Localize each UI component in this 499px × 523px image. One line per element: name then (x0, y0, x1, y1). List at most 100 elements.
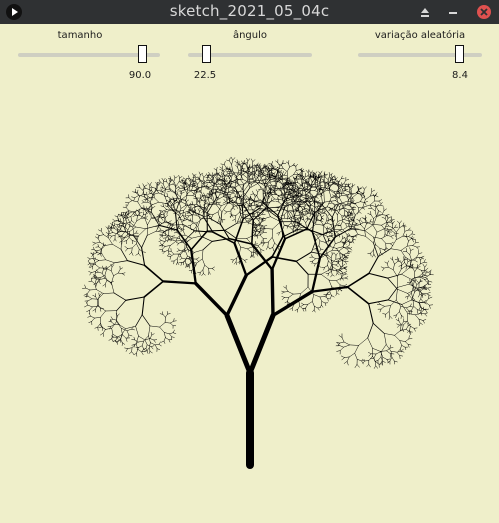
tree-branch (338, 247, 344, 252)
tree-branch (138, 340, 144, 343)
tree-branch (254, 241, 256, 245)
tree-branch (286, 205, 289, 212)
tree-branch (390, 219, 395, 221)
tree-branch (420, 255, 425, 258)
tree-branch (327, 197, 332, 208)
tree-branch (411, 263, 413, 268)
tree-branch (297, 218, 299, 222)
tree-branch (404, 227, 406, 232)
tree-branch (112, 318, 117, 321)
tree-branch (138, 345, 143, 348)
tree-branch (287, 174, 294, 179)
tree-branch (401, 299, 413, 305)
tree-branch (125, 325, 136, 329)
tree-branch (318, 211, 323, 214)
tree-branch (342, 221, 347, 224)
tree-branch (365, 195, 371, 200)
tree-branch (87, 258, 91, 262)
tree-branch (127, 217, 131, 223)
tree-branch (321, 209, 324, 213)
tree-branch (138, 253, 141, 257)
tree-branch (272, 242, 275, 248)
tree-branch (200, 269, 204, 273)
tree-branch (394, 232, 399, 235)
tree-branch (102, 283, 106, 287)
tree-branch (165, 313, 168, 318)
tree-branch (207, 197, 210, 204)
tree-branch (134, 195, 140, 198)
tree-branch (354, 203, 359, 208)
tree-branch (131, 220, 135, 224)
tree-branch (181, 249, 185, 251)
tree-branch (385, 214, 390, 216)
tree-branch (348, 241, 352, 243)
tree-branch (172, 332, 177, 334)
tree-branch (355, 224, 359, 227)
tree-branch (388, 231, 391, 235)
tree-branch (364, 215, 366, 220)
tree-branch (328, 234, 333, 237)
tree-branch (257, 216, 263, 219)
tree-branch (339, 197, 343, 204)
tree-branch (318, 240, 321, 246)
tree-branch (159, 313, 164, 315)
tree-branch (363, 193, 366, 200)
tree-branch (144, 199, 147, 202)
tree-branch (409, 254, 412, 261)
tree-branch (240, 246, 248, 250)
tree-branch (344, 277, 349, 280)
tree-branch (235, 261, 237, 265)
tree-branch (132, 214, 136, 217)
tree-branch (265, 195, 267, 204)
tree-branch (368, 353, 372, 357)
tree-branch (250, 196, 252, 200)
tree-branch (181, 228, 185, 230)
tree-branch (405, 306, 411, 309)
close-icon[interactable] (475, 3, 493, 21)
tree-branch (314, 171, 318, 175)
tree-branch (364, 201, 368, 203)
tree-branch (344, 276, 349, 279)
tree-branch (335, 258, 340, 260)
tree-branch (339, 341, 345, 344)
tree-branch (96, 276, 101, 278)
tree-branch (364, 360, 370, 362)
tree-branch (221, 219, 224, 223)
tree-branch (367, 322, 374, 339)
tree-branch (151, 333, 155, 336)
tree-branch (401, 262, 405, 266)
tree-branch (263, 225, 268, 227)
tree-branch (239, 246, 241, 255)
tree-branch (256, 252, 259, 257)
tree-branch (192, 173, 195, 177)
tree-branch (100, 230, 104, 235)
minimize-icon[interactable] (444, 3, 462, 21)
tree-branch (178, 210, 184, 212)
tree-branch (127, 347, 133, 349)
tree-branch (381, 210, 385, 215)
tree-branch (371, 208, 376, 212)
tree-branch (358, 207, 360, 212)
tree-branch (416, 280, 420, 284)
tree-branch (195, 180, 198, 185)
tree-branch (124, 227, 126, 232)
tree-branch (113, 292, 127, 301)
tree-branch (384, 214, 387, 219)
tree-branch (87, 257, 91, 260)
keep-above-icon[interactable] (416, 3, 434, 21)
tree-branch (87, 304, 93, 308)
tree-branch (177, 248, 180, 251)
tree-branch (128, 210, 135, 213)
tree-branch (262, 216, 271, 220)
tree-branch (148, 211, 151, 215)
tree-branch (327, 260, 329, 266)
tree-branch (345, 255, 350, 257)
tree-branch (147, 182, 151, 186)
tree-branch (258, 217, 260, 222)
tree-branch (376, 228, 385, 233)
tree-branch (202, 264, 205, 271)
tree-branch (387, 260, 390, 264)
tree-branch (126, 237, 130, 241)
tree-branch (397, 283, 410, 288)
tree-branch (125, 226, 129, 231)
